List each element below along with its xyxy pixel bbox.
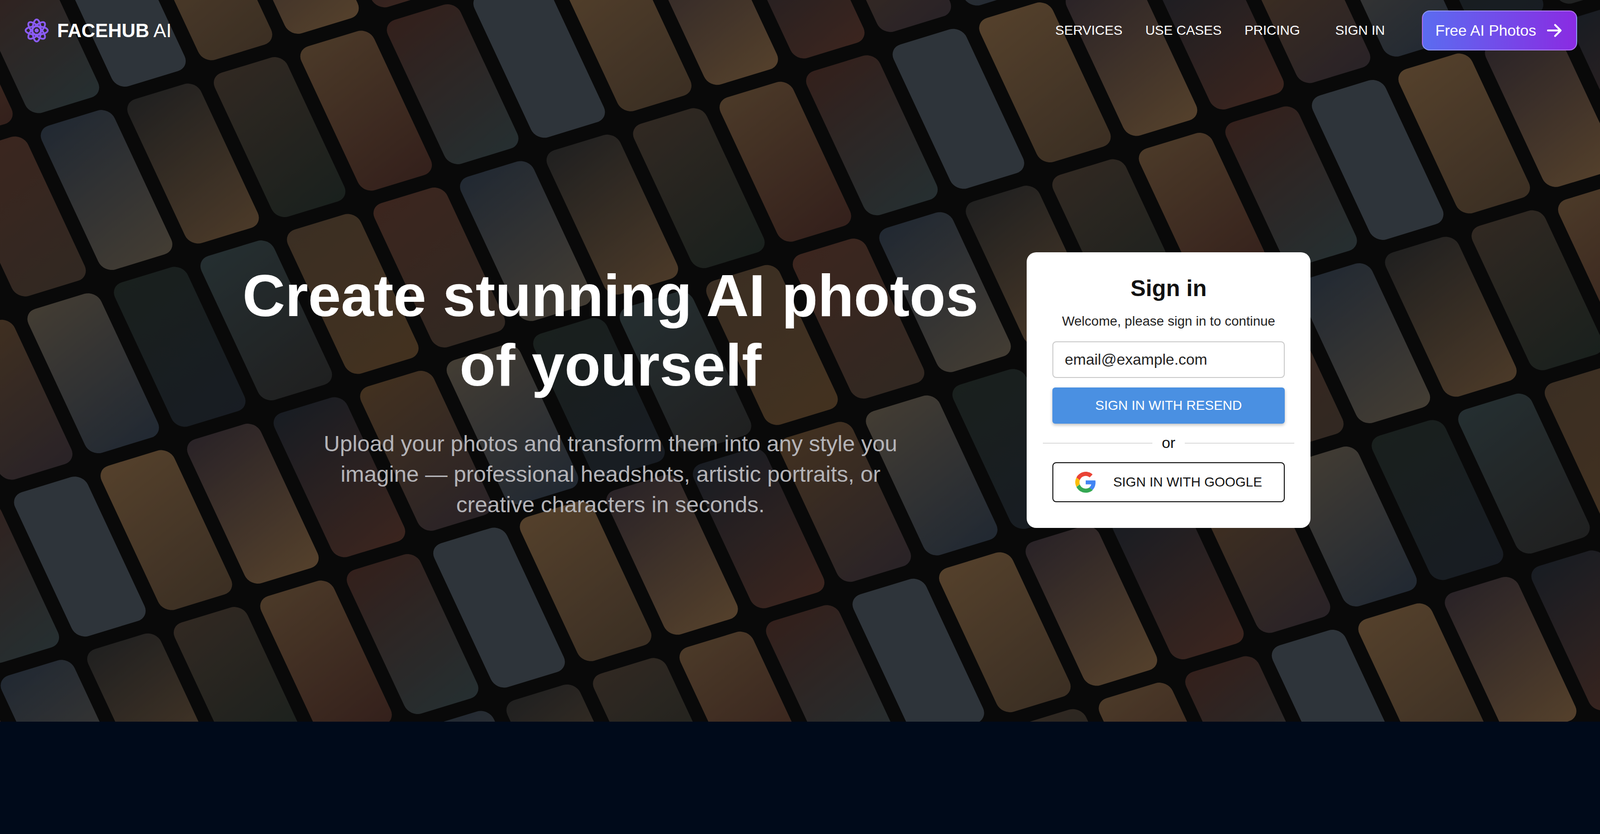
email-input[interactable] [1052,341,1285,379]
hero-subtitle: Upload your photos and transform them in… [315,428,906,520]
google-icon [1075,471,1097,493]
nav-link[interactable]: SIGN IN [1335,22,1385,39]
flower-logo-icon [22,16,51,45]
resend-button[interactable]: SIGN IN WITH RESEND [1052,387,1285,424]
hero-row: Create stunning AI photos of yourself Upl… [0,252,1600,529]
navbar: FACEHUB AI SERVICES USE CASES PRICING SIGN I… [0,0,1600,61]
hero: FACEHUB AI SERVICES USE CASES PRICING SIGN I… [0,0,1600,722]
divider-line [1184,442,1295,444]
nav-links: SERVICES USE CASES PRICING SIGN IN Free AI P… [1055,10,1578,51]
nav-link[interactable]: PRICING [1244,22,1300,39]
divider: or [1042,434,1295,452]
signin-card: Sign in Welcome, please sign in to contin… [1026,252,1311,529]
hero-title: Create stunning AI photos of yourself [229,260,992,400]
free-photos-button[interactable]: Free AI Photos [1421,10,1578,51]
nav-link[interactable]: USE CASES [1145,22,1222,39]
page-footer-area [0,721,1600,834]
logo-suffix: AI [153,20,172,41]
hero-text: Create stunning AI photos of yourself Upl… [229,260,992,520]
logo[interactable]: FACEHUB AI [22,16,172,45]
logo-text: FACEHUB AI [57,20,172,42]
divider-text: or [1161,434,1176,452]
cta-label: Free AI Photos [1435,21,1537,40]
signin-title: Sign in [1052,275,1285,302]
overlay [0,0,1600,722]
logo-brand: FACEHUB [57,20,150,41]
google-label: SIGN IN WITH GOOGLE [1113,474,1263,490]
signin-welcome: Welcome, please sign in to continue [1052,313,1285,330]
arrow-right-icon [1544,20,1564,40]
divider-line [1042,442,1153,444]
google-button[interactable]: SIGN IN WITH GOOGLE [1052,462,1285,503]
nav-link[interactable]: SERVICES [1055,22,1123,39]
hero-content: FACEHUB AI SERVICES USE CASES PRICING SIGN I… [0,0,1600,529]
